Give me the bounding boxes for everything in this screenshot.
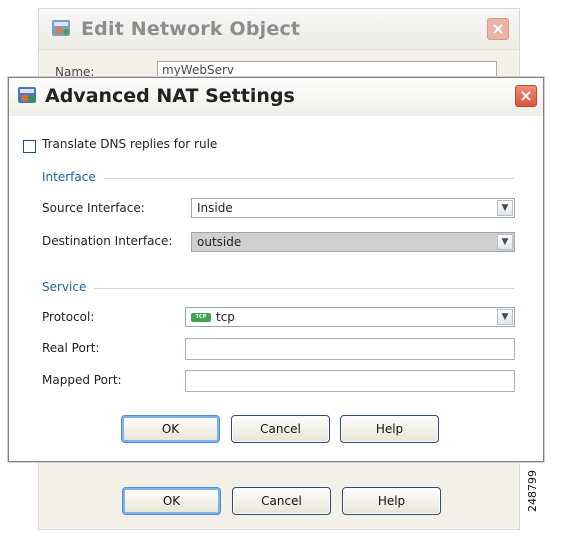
service-divider (42, 288, 514, 289)
background-window-titlebar: Edit Network Object × (39, 9, 519, 50)
network-object-icon (17, 85, 39, 107)
protocol-label: Protocol: (42, 310, 95, 324)
destination-interface-value: outside (197, 235, 242, 249)
source-interface-value: Inside (197, 201, 233, 215)
destination-interface-label: Destination Interface: (42, 234, 173, 248)
mapped-port-input[interactable] (185, 370, 515, 392)
background-button-row: OK Cancel Help (122, 487, 452, 517)
background-window-title: Edit Network Object (81, 18, 301, 40)
real-port-input[interactable] (185, 338, 515, 360)
translate-dns-label: Translate DNS replies for rule (42, 137, 218, 151)
translate-dns-checkbox[interactable] (23, 140, 36, 153)
real-port-label: Real Port: (42, 341, 100, 355)
dialog-title: Advanced NAT Settings (45, 85, 295, 107)
background-help-button[interactable]: Help (342, 487, 441, 515)
advanced-nat-settings-dialog: Advanced NAT Settings × Translate DNS re… (8, 77, 544, 462)
mapped-port-label: Mapped Port: (42, 373, 122, 387)
source-interface-label: Source Interface: (42, 201, 145, 215)
interface-section-heading: Interface (42, 170, 104, 184)
interface-divider (42, 178, 514, 179)
chevron-down-icon[interactable]: ▼ (497, 200, 513, 216)
figure-number: 248799 (526, 470, 539, 512)
cancel-button[interactable]: Cancel (231, 415, 330, 443)
ok-button[interactable]: OK (121, 415, 220, 443)
dialog-titlebar: Advanced NAT Settings × (9, 78, 543, 117)
background-close-icon[interactable]: × (487, 18, 509, 40)
service-section-heading: Service (42, 280, 95, 294)
chevron-down-icon[interactable]: ▼ (497, 309, 513, 325)
close-icon[interactable]: × (515, 85, 537, 107)
background-ok-button[interactable]: OK (122, 487, 221, 515)
help-button[interactable]: Help (340, 415, 439, 443)
background-cancel-button[interactable]: Cancel (232, 487, 331, 515)
tcp-icon: TCP (191, 313, 211, 322)
protocol-value: tcp (216, 310, 235, 324)
chevron-down-icon[interactable]: ▼ (497, 234, 513, 250)
destination-interface-select[interactable]: outside ▼ (191, 232, 515, 252)
source-interface-select[interactable]: Inside ▼ (191, 198, 515, 218)
screen: Edit Network Object × Name: myWebServ OK… (0, 0, 561, 536)
dialog-content: Translate DNS replies for rule Interface… (9, 116, 543, 461)
network-object-icon (51, 18, 73, 40)
protocol-select[interactable]: TCP tcp ▼ (185, 307, 515, 327)
